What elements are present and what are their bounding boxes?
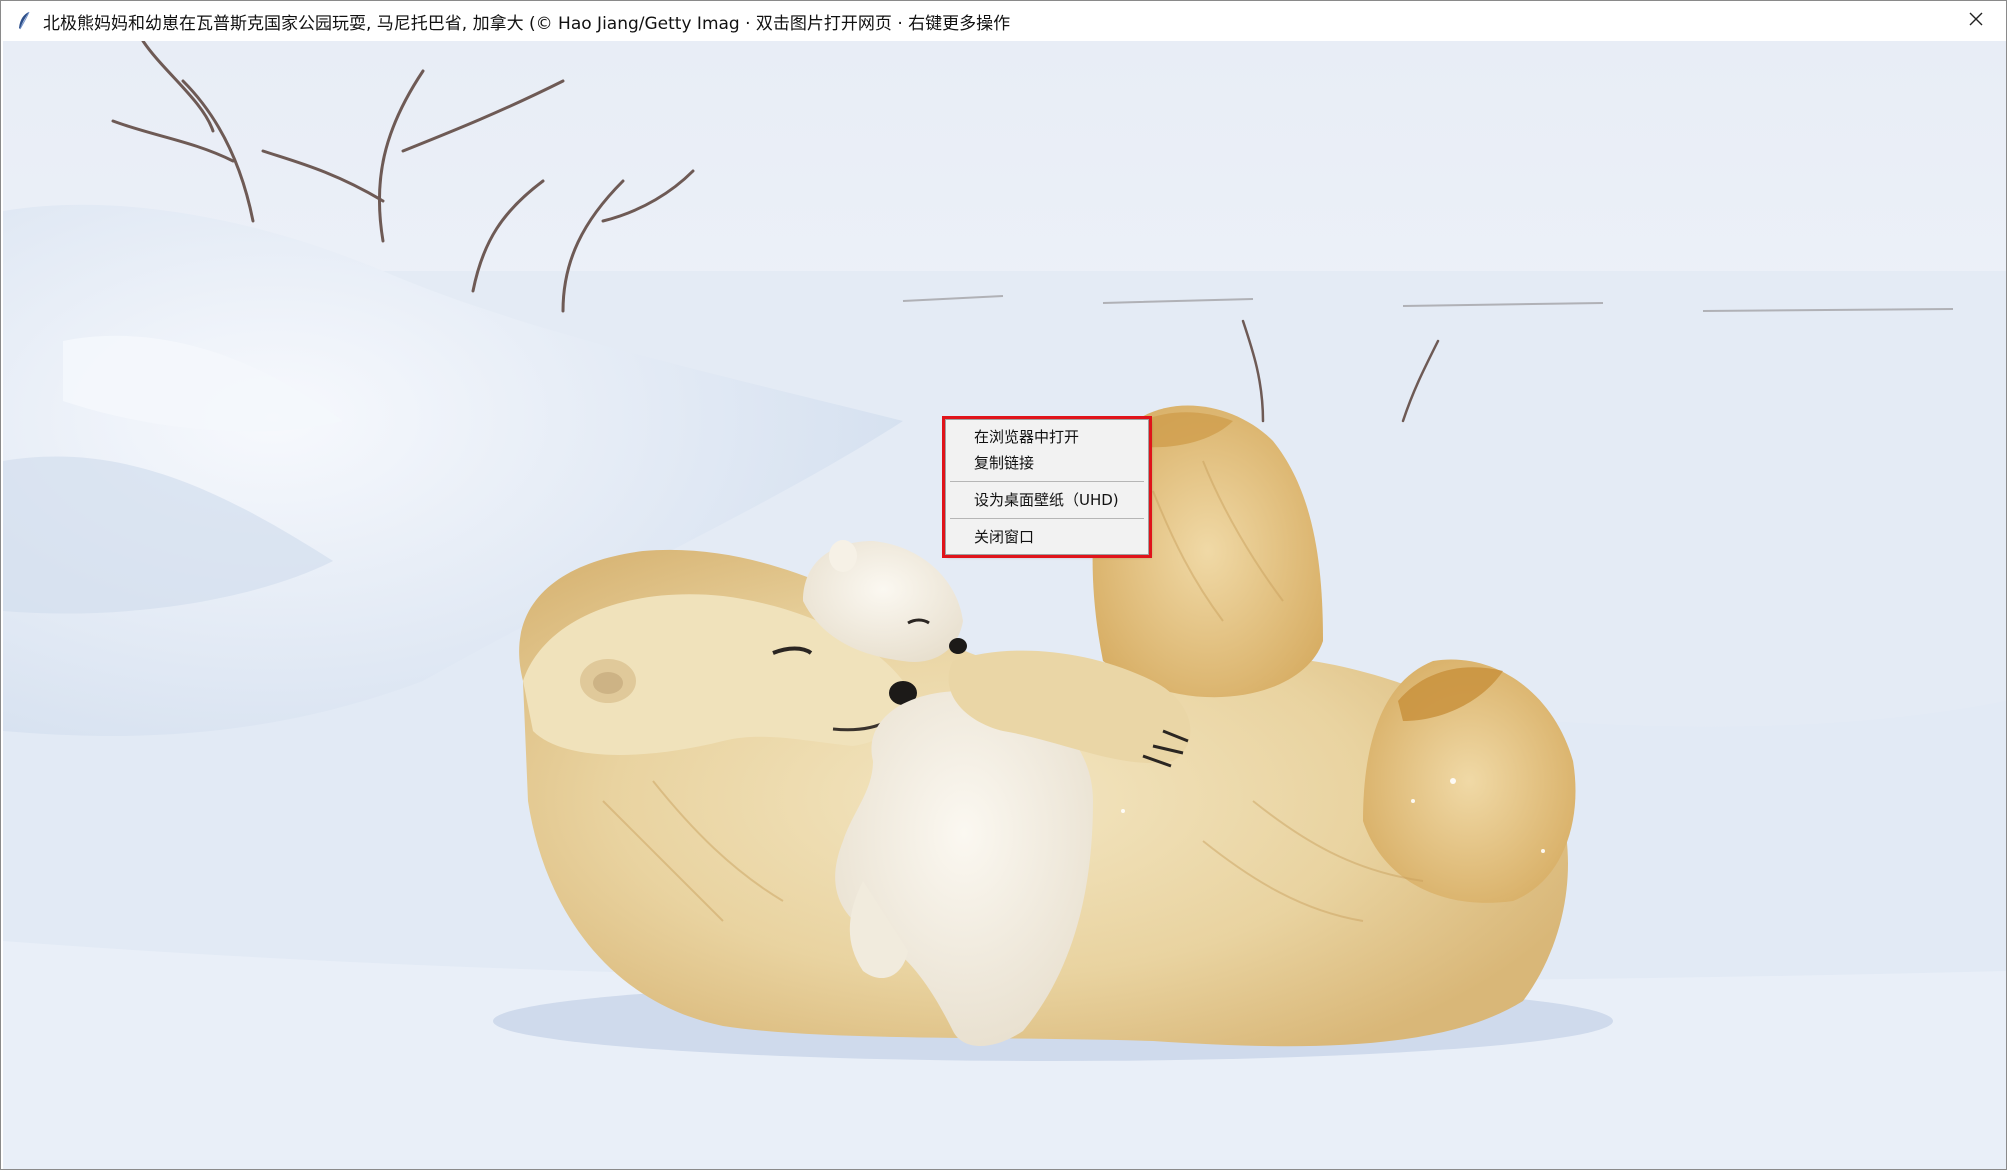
menu-item-close-window[interactable]: 关闭窗口 — [946, 524, 1148, 550]
context-menu: 在浏览器中打开 复制链接 设为桌面壁纸（UHD) 关闭窗口 — [942, 416, 1152, 558]
menu-separator — [950, 518, 1144, 519]
window-title: 北极熊妈妈和幼崽在瓦普斯克国家公园玩耍, 马尼托巴省, 加拿大 (© Hao J… — [43, 13, 1011, 34]
feather-icon — [13, 10, 35, 32]
polar-bear-photo[interactable] — [3, 41, 2006, 1169]
menu-separator — [950, 481, 1144, 482]
app-window: 北极熊妈妈和幼崽在瓦普斯克国家公园玩耍, 马尼托巴省, 加拿大 (© Hao J… — [0, 0, 2007, 1170]
menu-item-open-in-browser[interactable]: 在浏览器中打开 — [946, 424, 1148, 450]
close-button[interactable] — [1946, 1, 2006, 41]
title-bar[interactable]: 北极熊妈妈和幼崽在瓦普斯克国家公园玩耍, 马尼托巴省, 加拿大 (© Hao J… — [1, 1, 2006, 41]
menu-item-set-wallpaper[interactable]: 设为桌面壁纸（UHD) — [946, 487, 1148, 513]
close-icon — [1968, 11, 1984, 31]
menu-item-copy-link[interactable]: 复制链接 — [946, 450, 1148, 476]
